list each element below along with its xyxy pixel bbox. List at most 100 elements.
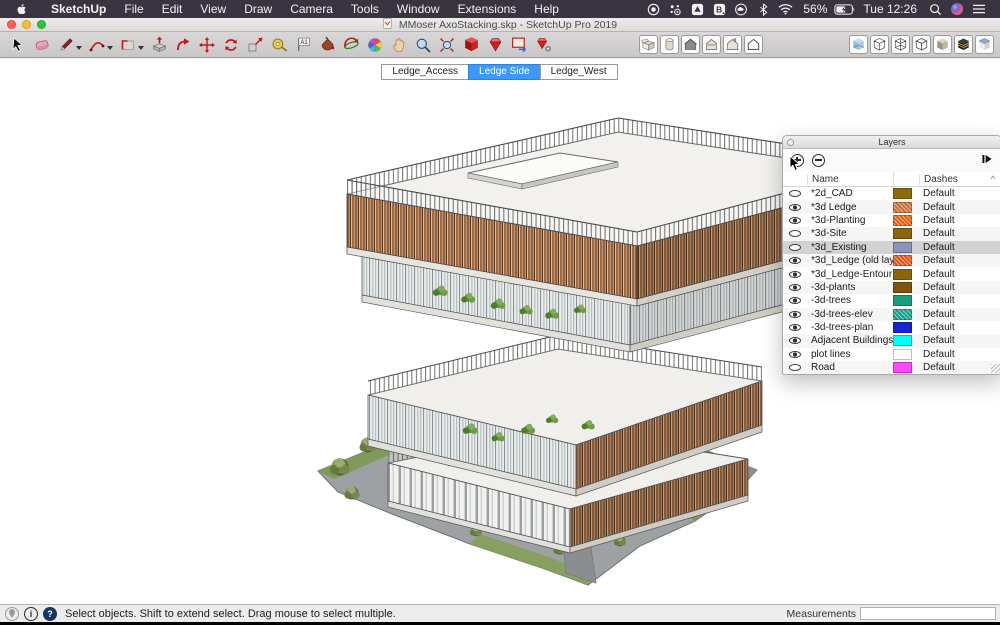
scene-tab-ledge-side[interactable]: Ledge Side (468, 64, 541, 80)
drive-icon[interactable] (686, 0, 708, 18)
layer-row[interactable]: -3d-plantsDefault (783, 281, 1000, 294)
wifi-icon[interactable] (774, 0, 796, 18)
layers-panel-titlebar[interactable]: Layers (783, 136, 1000, 149)
menu-window[interactable]: Window (388, 0, 449, 18)
layer-color-swatch[interactable] (893, 202, 912, 213)
layer-dashes-value[interactable]: Default (919, 349, 1000, 360)
layer-dashes-value[interactable]: Default (919, 215, 1000, 226)
layer-color-swatch[interactable] (893, 309, 912, 320)
layer-row[interactable]: Road Default (783, 361, 1000, 374)
menu-tools[interactable]: Tools (342, 0, 388, 18)
scene-tab-ledge-access[interactable]: Ledge_Access (381, 64, 469, 80)
layers-column-header[interactable]: Name Dashes ^ (783, 172, 1000, 187)
geolocation-icon[interactable] (5, 607, 19, 621)
tape-measure-tool-button[interactable] (267, 34, 291, 56)
layer-row[interactable]: *3d_Existing Default (783, 241, 1000, 254)
layer-name[interactable]: Road (807, 362, 893, 373)
view-column-button[interactable] (660, 35, 679, 54)
layer-name[interactable]: *3d-Planting (807, 215, 893, 226)
layer-name[interactable]: *2d_CAD (807, 188, 893, 199)
layer-name[interactable]: *3d_Existing (807, 242, 893, 253)
face-style-textured-button[interactable] (954, 35, 973, 54)
layer-visibility-toggle[interactable] (789, 283, 802, 292)
layer-dashes-value[interactable]: Default (919, 188, 1000, 199)
layer-name[interactable]: *3d_Ledge (old lay (807, 255, 893, 266)
view-left-button[interactable] (723, 35, 742, 54)
orbit-tool-button[interactable] (339, 34, 363, 56)
layer-row[interactable]: *3d_Ledge-Entour Default (783, 267, 1000, 280)
menu-help[interactable]: Help (525, 0, 568, 18)
layer-dashes-value[interactable]: Default (919, 362, 1000, 373)
3d-warehouse-button[interactable] (459, 34, 483, 56)
scale-tool-button[interactable] (243, 34, 267, 56)
layer-row[interactable]: *3d-SiteDefault (783, 227, 1000, 240)
layer-visibility-toggle[interactable] (789, 270, 802, 279)
layer-row[interactable]: plot linesDefault (783, 348, 1000, 361)
extension-warehouse-button[interactable] (531, 34, 555, 56)
layer-name[interactable]: *3d-Site (807, 228, 893, 239)
view-front-button[interactable] (681, 35, 700, 54)
layer-color-swatch[interactable] (893, 295, 912, 306)
menu-sketchup[interactable]: SketchUp (42, 0, 115, 18)
select-tool-button[interactable] (6, 34, 30, 56)
push-pull-tool-button[interactable] (147, 34, 171, 56)
follow-me-tool-button[interactable] (171, 34, 195, 56)
menu-view[interactable]: View (191, 0, 235, 18)
layers-panel-menu-button[interactable] (981, 153, 993, 168)
face-style-xray-button[interactable] (849, 35, 868, 54)
layer-name[interactable]: -3d-trees-plan (807, 322, 893, 333)
layer-name[interactable]: -3d-trees-elev (807, 309, 893, 320)
menu-extensions[interactable]: Extensions (449, 0, 526, 18)
layer-dashes-value[interactable]: Default (919, 322, 1000, 333)
layer-color-swatch[interactable] (893, 242, 912, 253)
rectangle-tool-dropdown[interactable] (138, 46, 144, 50)
layer-visibility-toggle[interactable] (789, 203, 802, 212)
layer-color-swatch[interactable] (893, 322, 912, 333)
help-icon[interactable]: ? (43, 607, 57, 621)
menu-camera[interactable]: Camera (281, 0, 342, 18)
layer-row[interactable]: -3d-trees-plan Default (783, 321, 1000, 334)
view-iso-button[interactable] (744, 35, 763, 54)
move-tool-button[interactable] (195, 34, 219, 56)
siri-icon[interactable] (946, 0, 968, 18)
face-style-shaded-button[interactable] (933, 35, 952, 54)
battery-icon[interactable] (834, 0, 856, 18)
layer-row[interactable]: *2d_CAD Default (783, 187, 1000, 200)
layer-color-swatch[interactable] (893, 335, 912, 346)
layer-visibility-toggle[interactable] (789, 243, 802, 252)
layer-row[interactable]: Adjacent BuildingsDefault (783, 334, 1000, 347)
model-viewport[interactable]: Ledge_Access Ledge Side Ledge_West Layer… (0, 58, 1000, 604)
box-icon[interactable]: B (708, 0, 730, 18)
line-tool-button[interactable] (54, 34, 78, 56)
layer-color-swatch[interactable] (893, 215, 912, 226)
zoom-extents-tool-button[interactable] (435, 34, 459, 56)
layer-row[interactable]: -3d-trees-elevDefault (783, 308, 1000, 321)
record-icon[interactable] (642, 0, 664, 18)
layer-color-swatch[interactable] (893, 188, 912, 199)
layer-visibility-toggle[interactable] (789, 323, 802, 332)
face-style-monochrome-button[interactable] (975, 35, 994, 54)
column-header-dashes[interactable]: Dashes ^ (919, 174, 1000, 185)
panel-resize-handle[interactable] (991, 364, 1000, 373)
layer-dashes-value[interactable]: Default (919, 295, 1000, 306)
spotlight-icon[interactable] (924, 0, 946, 18)
menu-draw[interactable]: Draw (235, 0, 281, 18)
pan-tool-button[interactable] (387, 34, 411, 56)
paint-bucket-tool-button[interactable] (315, 34, 339, 56)
layer-visibility-toggle[interactable] (789, 229, 802, 238)
layer-dashes-value[interactable]: Default (919, 242, 1000, 253)
scene-tab-ledge-west[interactable]: Ledge_West (540, 64, 618, 80)
zoom-tool-button[interactable] (411, 34, 435, 56)
view-back-button[interactable] (702, 35, 721, 54)
layer-color-swatch[interactable] (893, 349, 912, 360)
layer-color-swatch[interactable] (893, 255, 912, 266)
credits-icon[interactable]: i (24, 607, 38, 621)
menu-file[interactable]: File (115, 0, 152, 18)
layer-name[interactable]: Adjacent Buildings (807, 335, 893, 346)
layer-visibility-toggle[interactable] (789, 216, 802, 225)
layer-dashes-value[interactable]: Default (919, 269, 1000, 280)
share-model-button[interactable] (483, 34, 507, 56)
layer-dashes-value[interactable]: Default (919, 255, 1000, 266)
sync-icon[interactable] (664, 0, 686, 18)
layer-name[interactable]: *3d_Ledge-Entour (807, 269, 893, 280)
